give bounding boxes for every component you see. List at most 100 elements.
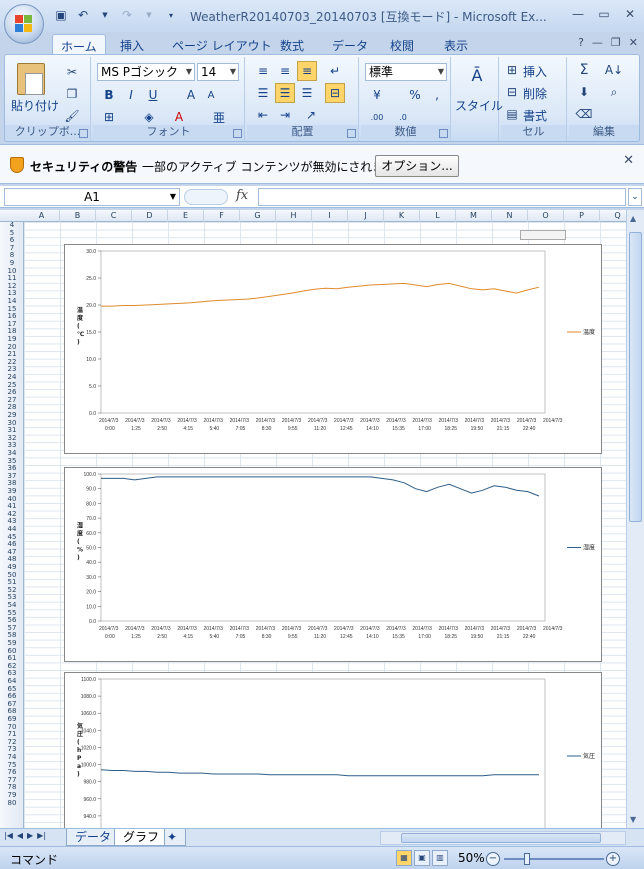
paste-button[interactable]: 貼り付け [11, 97, 59, 114]
zoom-level[interactable]: 50% [458, 851, 485, 865]
last-sheet-icon[interactable]: ▶| [37, 831, 46, 840]
next-sheet-icon[interactable]: ▶ [27, 831, 33, 840]
floating-control-partial[interactable] [520, 230, 566, 240]
sort-filter-icon[interactable]: A↓ [605, 61, 623, 79]
column-header[interactable]: G [240, 210, 276, 222]
phonetic-icon[interactable]: 亜 [209, 107, 229, 127]
tab-formulas[interactable]: 数式 [272, 34, 312, 54]
font-launcher-icon[interactable] [233, 129, 242, 138]
sheet-tab-graph[interactable]: グラフ [114, 829, 169, 846]
horizontal-scrollbar[interactable] [380, 831, 626, 845]
find-select-icon[interactable]: ⌕ [605, 83, 623, 101]
grow-font-icon[interactable]: A [181, 85, 201, 105]
number-format-combo[interactable]: 標準 ▼ [365, 63, 447, 81]
font-size-combo[interactable]: 14 ▼ [197, 63, 239, 81]
delete-cells-icon[interactable]: ⊟ [503, 83, 521, 101]
tab-home[interactable]: ホーム [52, 34, 106, 54]
tab-page-layout[interactable]: ページ レイアウト [164, 34, 280, 54]
undo-dropdown-icon[interactable]: ▼ [96, 6, 114, 24]
close-icon[interactable]: ✕ [622, 6, 638, 22]
tab-data[interactable]: データ [324, 34, 376, 54]
humidity-chart[interactable]: 0.0 10.0 20.0 30.0 40.0 50.0 60.0 70.0 80.0 90.0 1… [64, 467, 602, 662]
column-header[interactable]: O [528, 210, 564, 222]
delete-cells-button[interactable]: 削除 [523, 85, 547, 102]
redo-dropdown-icon[interactable]: ▼ [140, 6, 158, 24]
percent-icon[interactable]: % [405, 85, 425, 105]
autosum-icon[interactable]: Σ [575, 61, 593, 79]
doc-close-icon[interactable]: ✕ [629, 36, 638, 49]
scroll-up-icon[interactable]: ▲ [630, 214, 636, 223]
cut-icon[interactable]: ✂ [63, 63, 81, 81]
align-left-icon[interactable]: ☰ [253, 83, 273, 103]
temperature-chart[interactable]: 0.0 5.0 10.0 15.0 20.0 25.0 30.0 温度(℃) 2014/7/3 2… [64, 244, 602, 454]
insert-cells-button[interactable]: 挿入 [523, 63, 547, 80]
bold-button[interactable]: B [99, 85, 119, 105]
currency-icon[interactable]: ¥ [367, 85, 387, 105]
column-header[interactable]: Q [600, 210, 626, 222]
borders-icon[interactable]: ⊞ [99, 107, 119, 127]
column-header[interactable]: I [312, 210, 348, 222]
column-header[interactable]: C [96, 210, 132, 222]
row-header[interactable]: 80 [0, 799, 24, 808]
save-icon[interactable]: ▣ [52, 6, 70, 24]
paste-icon[interactable] [17, 63, 45, 95]
insert-function-button[interactable]: fx [236, 188, 248, 203]
align-middle-icon[interactable]: ≡ [275, 61, 295, 81]
scroll-down-icon[interactable]: ▼ [630, 815, 636, 824]
format-painter-icon[interactable]: 🖌 [63, 107, 81, 125]
pressure-chart[interactable]: 920.0940.0960.0980.01000.01020.01040.010… [64, 672, 602, 828]
comma-icon[interactable]: , [427, 85, 447, 105]
copy-icon[interactable]: ❐ [63, 85, 81, 103]
fill-icon[interactable]: ⬇ [575, 83, 593, 101]
zoom-in-icon[interactable]: + [606, 852, 620, 866]
column-header[interactable]: H [276, 210, 312, 222]
zoom-slider[interactable]: − + [486, 852, 620, 866]
alignment-launcher-icon[interactable] [347, 129, 356, 138]
decrease-decimal-icon[interactable]: .0 [393, 107, 413, 127]
column-header[interactable]: A [24, 210, 60, 222]
underline-button[interactable]: U [143, 85, 163, 105]
column-header[interactable]: N [492, 210, 528, 222]
undo-icon[interactable]: ↶ [74, 6, 92, 24]
font-name-combo[interactable]: MS Pゴシック ▼ [97, 63, 195, 81]
format-cells-button[interactable]: 書式 [523, 107, 547, 124]
page-layout-view-icon[interactable]: ▣ [414, 850, 430, 866]
formula-input[interactable] [258, 188, 626, 206]
zoom-knob[interactable] [524, 853, 530, 865]
align-top-icon[interactable]: ≡ [253, 61, 273, 81]
italic-button[interactable]: I [121, 85, 141, 105]
maximize-icon[interactable]: ▭ [596, 6, 612, 22]
wrap-text-icon[interactable]: ↵ [325, 61, 345, 81]
page-break-view-icon[interactable]: ▥ [432, 850, 448, 866]
shrink-font-icon[interactable]: A [201, 85, 221, 105]
number-launcher-icon[interactable] [439, 129, 448, 138]
tab-view[interactable]: 表示 [436, 34, 476, 54]
font-color-icon[interactable]: A [169, 107, 189, 127]
vertical-scrollbar[interactable]: ▲ ▼ [626, 210, 644, 828]
tab-insert[interactable]: 挿入 [112, 34, 152, 54]
column-header[interactable]: J [348, 210, 384, 222]
zoom-out-icon[interactable]: − [486, 852, 500, 866]
insert-cells-icon[interactable]: ⊞ [503, 61, 521, 79]
fill-color-icon[interactable]: ◈ [139, 107, 159, 127]
doc-restore-icon[interactable]: ❐ [611, 36, 621, 49]
column-header[interactable]: K [384, 210, 420, 222]
column-header[interactable]: M [456, 210, 492, 222]
column-header[interactable]: F [204, 210, 240, 222]
worksheet-grid[interactable]: ABCDEFGHIJKLMNOPQ 4 5 6 7 8 9 10 11 12 13 14 15 16 17… [0, 210, 626, 828]
first-sheet-icon[interactable]: |◀ [4, 831, 13, 840]
column-header[interactable]: B [60, 210, 96, 222]
normal-view-icon[interactable]: ▦ [396, 850, 412, 866]
security-close-icon[interactable]: ✕ [623, 153, 634, 168]
increase-indent-icon[interactable]: ⇥ [275, 105, 295, 125]
align-right-icon[interactable]: ☰ [297, 83, 317, 103]
formula-function-toggle[interactable] [184, 189, 228, 205]
expand-formula-bar-icon[interactable]: ⌄ [628, 188, 642, 206]
cell-area[interactable]: 0.0 5.0 10.0 15.0 20.0 25.0 30.0 温度(℃) 2014/7/3 2… [24, 222, 626, 828]
vertical-scroll-thumb[interactable] [629, 232, 642, 522]
horizontal-scroll-thumb[interactable] [401, 833, 601, 843]
prev-sheet-icon[interactable]: ◀ [17, 831, 23, 840]
redo-icon[interactable]: ↷ [118, 6, 136, 24]
doc-minimize-icon[interactable]: — [592, 36, 603, 49]
new-sheet-icon[interactable]: ✦ [164, 829, 186, 846]
